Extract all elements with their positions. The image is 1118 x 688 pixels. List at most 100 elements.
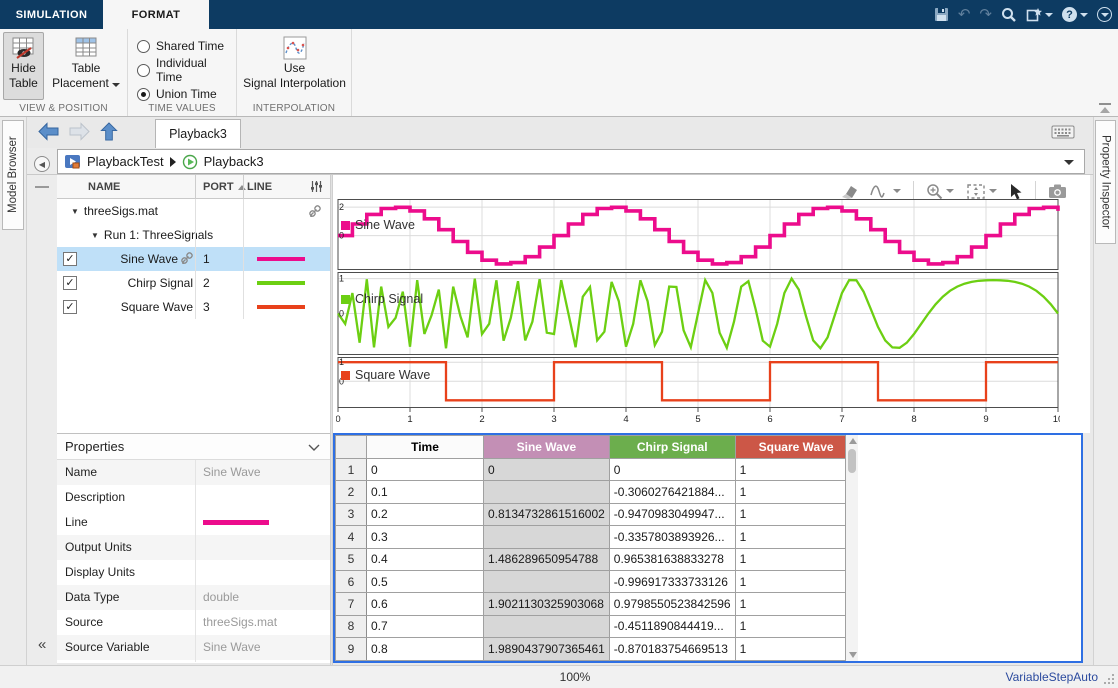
zoom-button[interactable] xyxy=(926,183,954,200)
table-row[interactable]: 10001 xyxy=(336,459,858,481)
cell-square-wave[interactable]: 1 xyxy=(735,570,857,592)
signal-line-swatch[interactable] xyxy=(257,257,305,261)
annotate-button[interactable] xyxy=(1026,7,1053,22)
cell-sine-wave[interactable]: 0.8134732861516002 xyxy=(484,503,610,525)
cell-square-wave[interactable]: 1 xyxy=(735,593,857,615)
property-row-output-units[interactable]: Output Units xyxy=(57,535,330,560)
cell-chirp-signal[interactable]: 0.9798550523842596 xyxy=(609,593,735,615)
collapse-triangle-icon[interactable]: ▼ xyxy=(71,207,79,216)
keyboard-shortcuts-icon[interactable] xyxy=(1051,124,1075,140)
cell-square-wave[interactable]: 1 xyxy=(735,503,857,525)
cell-square-wave[interactable]: 1 xyxy=(735,638,857,660)
table-row[interactable]: 60.5-0.9969173337331261 xyxy=(336,570,858,592)
cell-square-wave[interactable]: 1 xyxy=(735,615,857,637)
cell-time[interactable]: 0.4 xyxy=(367,548,484,570)
up-button[interactable] xyxy=(99,122,119,141)
cell-chirp-signal[interactable]: -0.4511890844419... xyxy=(609,615,735,637)
chevron-down-icon[interactable] xyxy=(308,444,320,451)
radio-individual-time[interactable]: Individual Time xyxy=(137,60,236,80)
snapshot-button[interactable] xyxy=(1048,183,1067,199)
tree-row-file[interactable]: ▼threeSigs.mat xyxy=(57,199,330,223)
column-header-name[interactable]: NAME xyxy=(88,181,120,193)
property-row-line[interactable]: Line xyxy=(57,510,330,535)
cell-time[interactable]: 0 xyxy=(367,459,484,481)
radio-circle-icon[interactable] xyxy=(137,40,150,53)
table-row[interactable]: 20.1-0.3060276421884...1 xyxy=(336,481,858,503)
radio-circle-icon[interactable] xyxy=(137,88,150,101)
column-header-chirp-signal[interactable]: Chirp Signal xyxy=(609,436,735,459)
table-row[interactable]: 90.81.9890437907365461-0.870183754669513… xyxy=(336,638,858,660)
data-brush-button[interactable] xyxy=(841,184,858,199)
property-row-data-type[interactable]: Data Typedouble xyxy=(57,585,330,610)
cell-sine-wave[interactable]: 0 xyxy=(484,459,610,481)
cell-time[interactable]: 0.3 xyxy=(367,526,484,548)
breadcrumb-root[interactable]: PlaybackTest xyxy=(87,154,164,169)
signal-checkbox[interactable]: ✓ xyxy=(63,300,77,314)
cell-sine-wave[interactable]: 1.9890437907365461 xyxy=(484,638,610,660)
hide-table-button[interactable]: Hide Table xyxy=(3,32,44,100)
hide-navigation-button[interactable]: ◀ xyxy=(34,156,50,172)
property-row-source[interactable]: SourcethreeSigs.mat xyxy=(57,610,330,635)
cell-sine-wave[interactable]: 1.486289650954788 xyxy=(484,548,610,570)
signal-row-square-wave[interactable]: ✓Square Wave3 xyxy=(57,295,330,319)
property-row-description[interactable]: Description xyxy=(57,485,330,510)
tab-simulation[interactable]: SIMULATION xyxy=(0,0,103,29)
breadcrumb-dropdown-icon[interactable] xyxy=(1064,160,1074,165)
column-header-square-wave[interactable]: Square Wave xyxy=(735,436,857,459)
fit-to-view-button[interactable] xyxy=(966,183,997,200)
table-scrollbar[interactable] xyxy=(845,435,858,661)
signal-data-table-container[interactable]: TimeSine WaveChirp SignalSquare Wave 100… xyxy=(333,433,1083,663)
cell-sine-wave[interactable] xyxy=(484,615,610,637)
chirp-signal-plot[interactable]: 10 xyxy=(336,272,1060,357)
column-header-time[interactable]: Time xyxy=(367,436,484,459)
signal-data-table[interactable]: TimeSine WaveChirp SignalSquare Wave 100… xyxy=(335,435,858,661)
cell-chirp-signal[interactable]: -0.3357803893926... xyxy=(609,526,735,548)
signal-row-chirp-signal[interactable]: ✓Chirp Signal2 xyxy=(57,271,330,295)
table-row[interactable]: 30.20.8134732861516002-0.9470983049947..… xyxy=(336,503,858,525)
sine-wave-plot[interactable]: 20 xyxy=(336,199,1060,272)
property-value[interactable]: Sine Wave xyxy=(203,465,261,479)
help-button[interactable]: ? xyxy=(1062,7,1088,22)
undo-button[interactable]: ↶ xyxy=(958,7,971,22)
property-inspector-tab[interactable]: Property Inspector xyxy=(1095,120,1116,244)
column-header-line[interactable]: LINE xyxy=(247,181,272,193)
signal-line-swatch[interactable] xyxy=(257,281,305,285)
square-wave-plot[interactable]: 10012345678910 xyxy=(336,357,1060,427)
minimize-toolstrip-button[interactable] xyxy=(1097,7,1112,22)
tab-format[interactable]: FORMAT xyxy=(103,0,209,29)
redo-button[interactable]: ↷ xyxy=(979,7,992,22)
cell-chirp-signal[interactable]: 0.965381638833278 xyxy=(609,548,735,570)
signal-display-button[interactable] xyxy=(870,183,901,199)
collapse-sidebar-button[interactable]: « xyxy=(38,636,46,653)
properties-header[interactable]: Properties xyxy=(57,434,330,460)
signal-row-sine-wave[interactable]: ✓Sine Wave1 xyxy=(57,247,330,271)
fit-to-view-dropdown-icon[interactable] xyxy=(989,189,997,193)
filter-options-icon[interactable] xyxy=(310,180,323,193)
property-row-display-units[interactable]: Display Units xyxy=(57,560,330,585)
scroll-up-icon[interactable] xyxy=(849,438,857,444)
cell-time[interactable]: 0.8 xyxy=(367,638,484,660)
cell-chirp-signal[interactable]: -0.870183754669513 xyxy=(609,638,735,660)
table-row[interactable]: 80.7-0.4511890844419...1 xyxy=(336,615,858,637)
radio-shared-time[interactable]: Shared Time xyxy=(137,36,236,56)
property-row-name[interactable]: NameSine Wave xyxy=(57,460,330,485)
solver-name[interactable]: VariableStepAuto xyxy=(1005,670,1098,684)
radio-circle-icon[interactable] xyxy=(137,64,150,77)
cell-time[interactable]: 0.2 xyxy=(367,503,484,525)
property-value[interactable]: threeSigs.mat xyxy=(203,615,277,629)
cell-sine-wave[interactable] xyxy=(484,481,610,503)
cell-sine-wave[interactable] xyxy=(484,526,610,548)
table-placement-dropdown-icon[interactable] xyxy=(112,83,120,87)
cell-square-wave[interactable]: 1 xyxy=(735,526,857,548)
cell-chirp-signal[interactable]: -0.996917333733126 xyxy=(609,570,735,592)
cell-sine-wave[interactable]: 1.9021130325903068 xyxy=(484,593,610,615)
table-placement-button[interactable]: Table Placement xyxy=(47,32,125,100)
document-tab-playback3[interactable]: Playback3 xyxy=(155,119,241,148)
table-row[interactable]: 50.41.4862896509547880.9653816388332781 xyxy=(336,548,858,570)
resize-grip-icon[interactable] xyxy=(1112,682,1114,684)
cell-square-wave[interactable]: 1 xyxy=(735,481,857,503)
cell-time[interactable]: 0.7 xyxy=(367,615,484,637)
signal-checkbox[interactable]: ✓ xyxy=(63,276,77,290)
table-row[interactable]: 40.3-0.3357803893926...1 xyxy=(336,526,858,548)
cell-time[interactable]: 0.6 xyxy=(367,593,484,615)
